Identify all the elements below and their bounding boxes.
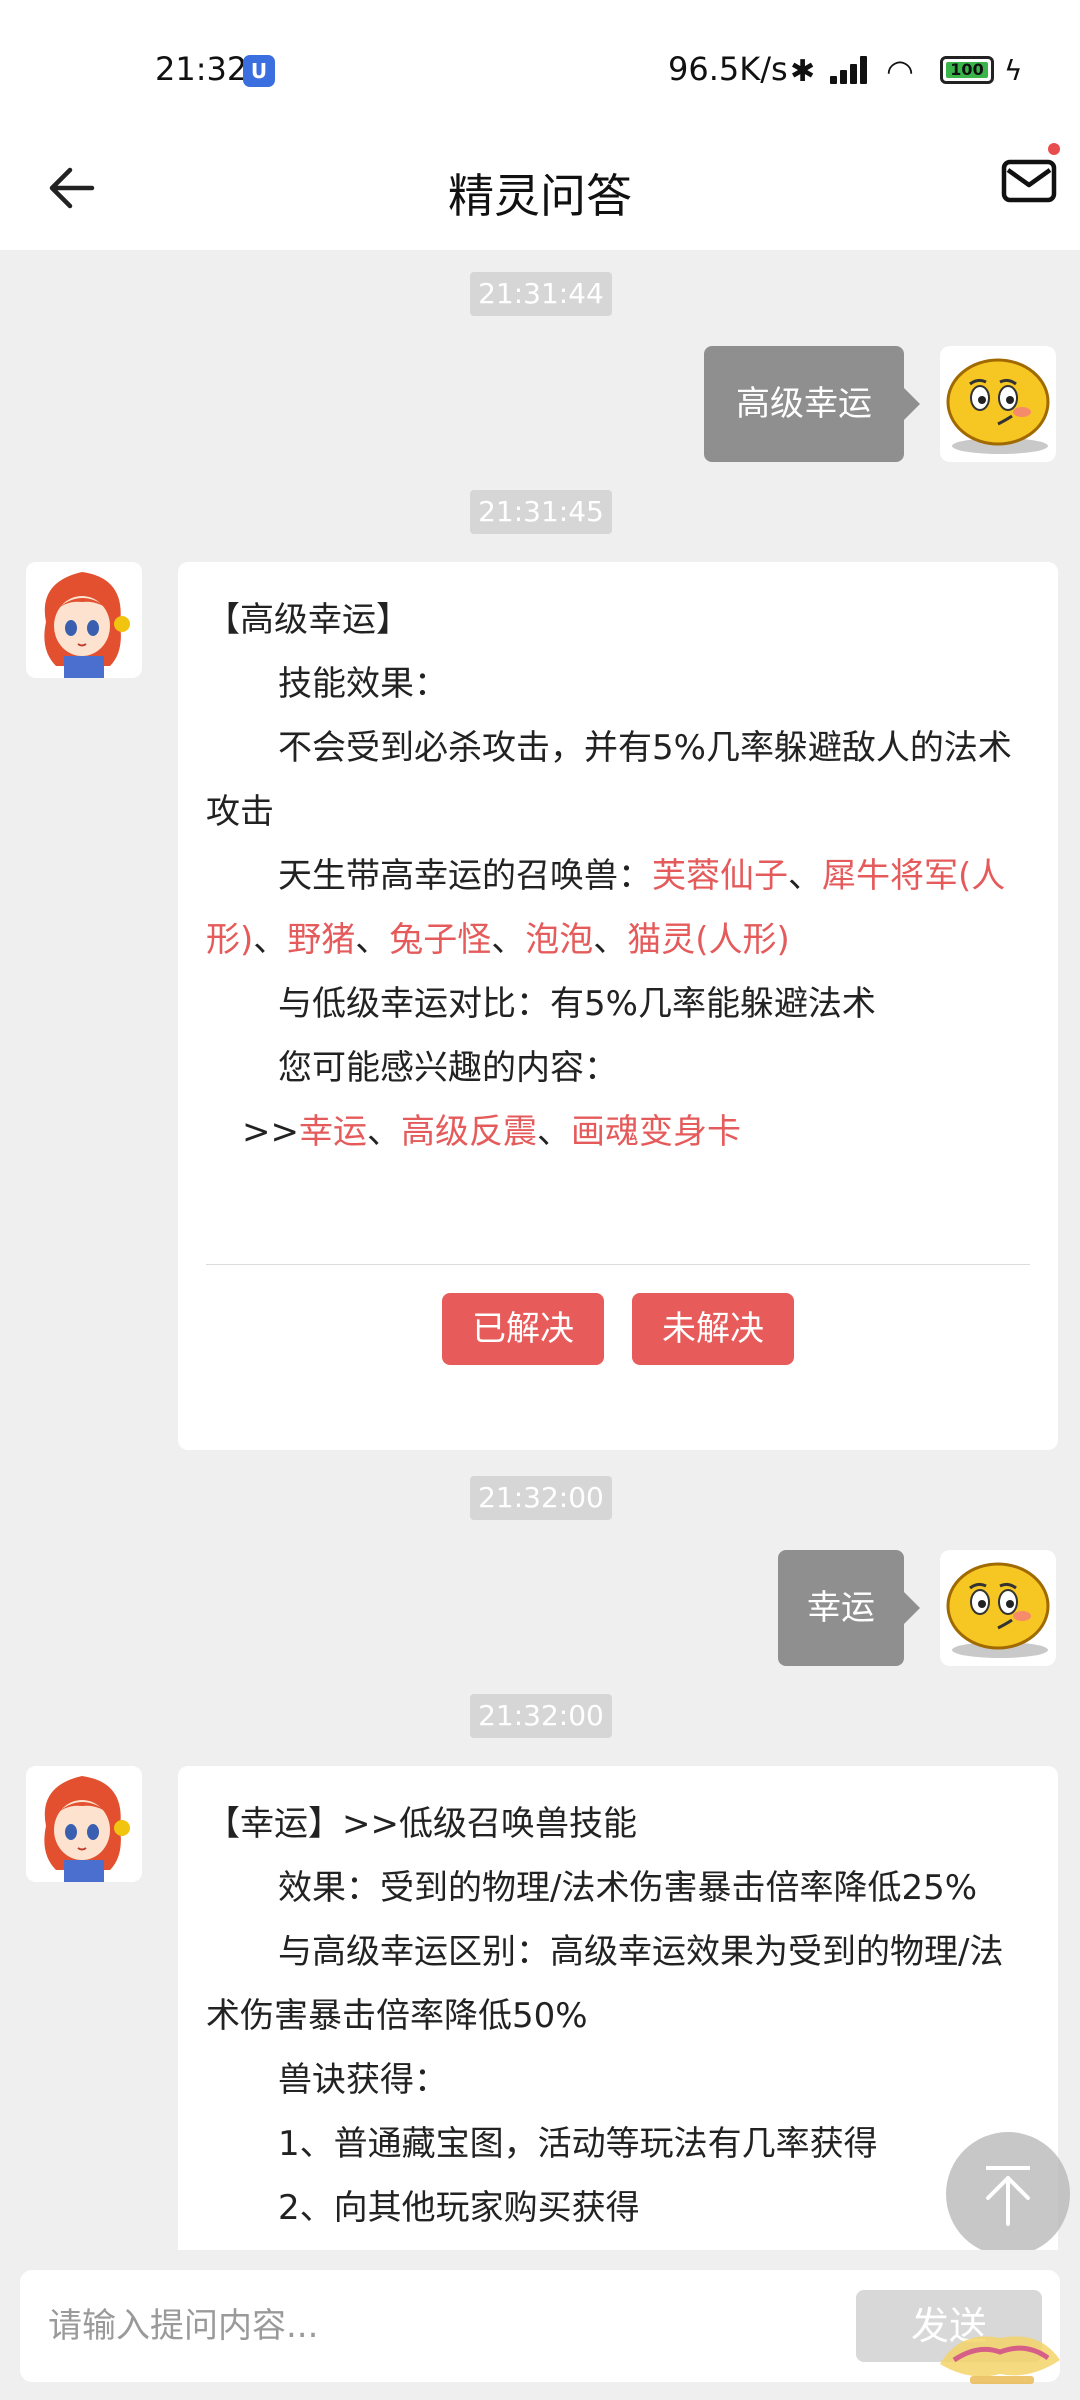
timestamp: 21:31:44: [470, 272, 612, 316]
input-container: 发送: [20, 2270, 1060, 2382]
arrow-up-icon: [986, 2166, 1030, 2226]
page-title: 精灵问答: [448, 169, 632, 223]
signal-icon: [830, 56, 872, 84]
question-input[interactable]: [48, 2292, 828, 2360]
unsolved-button[interactable]: 未解决: [632, 1293, 794, 1365]
mail-icon: [1001, 159, 1057, 203]
answer-diff: 与高级幸运区别：高级幸运效果为受到的物理/法术伤害暴击倍率降低50%: [206, 1932, 1004, 2036]
answer-card: 【高级幸运】 技能效果： 不会受到必杀攻击，并有5%几率躲避敌人的法术攻击 天生…: [178, 562, 1058, 1450]
pet-link[interactable]: 芙蓉仙子: [652, 856, 788, 896]
smiley-avatar-icon: [946, 1562, 1050, 1658]
wifi-icon: ◠: [886, 52, 914, 90]
answer-effect-text: 不会受到必杀攻击，并有5%几率躲避敌人的法术攻击: [206, 728, 1012, 832]
input-bar: 发送: [0, 2250, 1080, 2400]
app-notification-icon: U: [243, 55, 275, 87]
separator: 、: [593, 920, 628, 960]
separator: 、: [366, 1112, 401, 1152]
smiley-avatar-icon: [946, 358, 1050, 454]
related-links: >>幸运、高级反震、画魂变身卡: [206, 1100, 1030, 1164]
obtain-label: 兽诀获得：: [278, 2060, 448, 2100]
unread-dot: [1048, 143, 1060, 155]
related-link[interactable]: 幸运: [299, 1112, 367, 1152]
answer-effect: 效果：受到的物理/法术伤害暴击倍率降低25%: [278, 1868, 978, 1908]
timestamp: 21:32:00: [470, 1476, 612, 1520]
pet-link[interactable]: 野猪: [287, 920, 355, 960]
related-link[interactable]: 画魂变身卡: [571, 1112, 741, 1152]
timestamp: 21:32:00: [470, 1694, 612, 1738]
battery-icon: 100: [940, 56, 994, 84]
separator: 、: [491, 920, 526, 960]
user-message-bubble: 幸运: [778, 1550, 920, 1666]
user-message-bubble: 高级幸运: [704, 346, 920, 462]
answer-pets: 天生带高幸运的召唤兽：芙蓉仙子、犀牛将军(人形)、野猪、兔子怪、泡泡、猫灵(人形…: [206, 844, 1030, 972]
status-time: 21:32: [155, 50, 248, 88]
feedback-buttons: 已解决 未解决: [206, 1265, 1030, 1393]
user-avatar: [940, 1550, 1056, 1666]
bluetooth-icon: ✱: [790, 54, 816, 89]
separator: 、: [788, 856, 822, 896]
scroll-top-button[interactable]: [946, 2132, 1070, 2256]
obtain-item: 2、向其他玩家购买获得: [278, 2188, 640, 2228]
sprite-girl-avatar-icon: [26, 562, 142, 678]
answer-title: 【幸运】>>低级召唤兽技能: [206, 1804, 637, 1844]
sprite-girl-avatar-icon: [26, 1766, 142, 1882]
header-bar: 精灵问答: [0, 130, 1080, 250]
answer-title: 【高级幸运】: [206, 600, 410, 640]
user-avatar: [940, 346, 1056, 462]
separator: 、: [536, 1112, 571, 1152]
watermark-logo-icon: [940, 2336, 1060, 2384]
assistant-avatar: [26, 562, 142, 678]
battery-level: 100: [946, 62, 988, 78]
charging-icon: ϟ: [1004, 54, 1023, 87]
pets-label: 天生带高幸运的召唤兽：: [278, 856, 652, 896]
pet-link[interactable]: 兔子怪: [389, 920, 491, 960]
related-link[interactable]: 高级反震: [401, 1112, 537, 1152]
related-label: 您可能感兴趣的内容：: [278, 1048, 618, 1088]
pet-link[interactable]: 泡泡: [525, 920, 593, 960]
separator: 、: [355, 920, 390, 960]
mail-button[interactable]: [998, 148, 1062, 212]
answer-compare: 与低级幸运对比：有5%几率能躲避法术: [278, 984, 876, 1024]
separator: 、: [253, 920, 288, 960]
timestamp: 21:31:45: [470, 490, 612, 534]
answer-effect-label: 技能效果：: [278, 664, 448, 704]
answer-card: 【幸运】>>低级召唤兽技能 效果：受到的物理/法术伤害暴击倍率降低25% 与高级…: [178, 1766, 1058, 2250]
pet-link[interactable]: 猫灵(人形): [627, 920, 790, 960]
solved-button[interactable]: 已解决: [442, 1293, 604, 1365]
status-bar: 21:32 U 96.5K/s ✱ ◠ 100 ϟ: [0, 0, 1080, 130]
related-prefix: >>: [242, 1112, 299, 1152]
assistant-avatar: [26, 1766, 142, 1882]
watermark-logo: [930, 2320, 1070, 2390]
obtain-item: 1、普通藏宝图，活动等玩法有几率获得: [278, 2124, 878, 2164]
network-speed: 96.5K/s: [668, 50, 788, 88]
